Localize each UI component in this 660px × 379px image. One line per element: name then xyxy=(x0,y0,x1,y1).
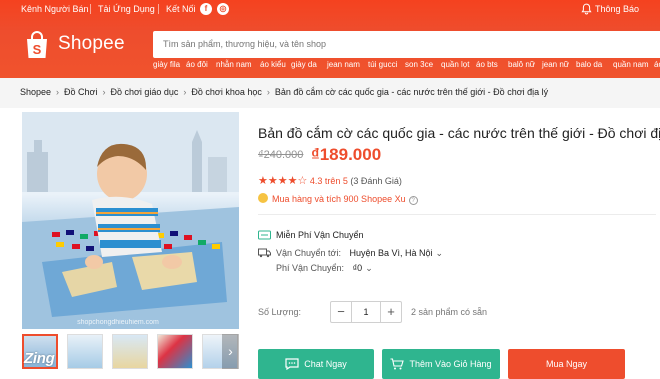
product-photo: shopchongdhieuhiem.com xyxy=(22,112,239,329)
buy-now-label: Mua Ngay xyxy=(545,359,588,369)
shopping-bag-icon: S xyxy=(27,31,47,58)
coin-icon xyxy=(258,193,268,203)
coins-text: Mua hàng và tích 900 Shopee Xu xyxy=(272,194,406,204)
breadcrumb-item[interactable]: Đồ chơi khoa học xyxy=(191,87,261,97)
help-icon[interactable]: ? xyxy=(408,196,418,205)
chat-now-label: Chat Ngay xyxy=(304,359,347,369)
chat-now-button[interactable]: Chat Ngay xyxy=(258,349,374,379)
shopee-coins-row: Mua hàng và tích 900 Shopee Xu? xyxy=(258,193,418,205)
chevron-down-icon[interactable]: ⌄ xyxy=(436,248,444,258)
free-shipping-text: Miễn Phí Vận Chuyển xyxy=(276,230,364,240)
rating-row[interactable]: ★★★★☆ 4.3 trên 5 (3 Đánh Giá) xyxy=(258,174,402,187)
shopee-logo[interactable]: S Shopee xyxy=(24,29,134,65)
increase-quantity-button[interactable]: + xyxy=(381,302,401,322)
search-suggestion[interactable]: jean nam xyxy=(327,60,360,69)
decrease-quantity-button[interactable]: − xyxy=(331,302,351,322)
divider xyxy=(258,214,656,215)
search-input[interactable]: Tìm sản phẩm, thương hiệu, và tên shop xyxy=(153,31,660,58)
add-to-cart-button[interactable]: Thêm Vào Giỏ Hàng xyxy=(382,349,500,379)
quantity-stepper: − 1 + xyxy=(330,301,402,323)
search-suggestion[interactable]: áo bts xyxy=(476,60,498,69)
breadcrumb-item[interactable]: Đồ Chơi xyxy=(64,87,97,97)
notifications-link[interactable]: Thông Báo xyxy=(595,4,639,14)
chevron-right-icon: › xyxy=(56,87,60,97)
shipping-to-label: Vận Chuyển tới: xyxy=(276,248,341,258)
rating-value: 4.3 trên 5 xyxy=(309,176,348,186)
free-shipping-icon xyxy=(258,230,271,240)
download-app-link[interactable]: Tải Ứng Dụng xyxy=(98,4,155,14)
chevron-right-icon: › xyxy=(183,87,187,97)
truck-icon xyxy=(258,248,271,258)
thumbnail[interactable] xyxy=(157,334,193,369)
thumbnail[interactable] xyxy=(67,334,103,369)
shipping-fee-value[interactable]: ₫0 xyxy=(353,263,363,273)
shipping-fee-row: Phí Vận Chuyển: ₫0 ⌄ xyxy=(276,263,373,274)
original-price: ₫240.000 xyxy=(258,149,304,161)
product-main-image[interactable]: shopchongdhieuhiem.com xyxy=(22,112,239,329)
search-suggestion[interactable]: son 3ce xyxy=(405,60,433,69)
facebook-icon[interactable]: f xyxy=(200,3,212,15)
search-suggestion[interactable]: nhẫn nam xyxy=(216,60,252,69)
topbar-divider xyxy=(90,4,91,14)
search-suggestion[interactable]: balo da xyxy=(576,60,602,69)
chevron-right-icon: › xyxy=(266,87,270,97)
search-suggestion[interactable]: jean nữ xyxy=(542,60,569,69)
image-watermark: shopchongdhieuhiem.com xyxy=(77,319,159,326)
search-suggestion[interactable]: balô nữ xyxy=(508,60,535,69)
quantity-input[interactable]: 1 xyxy=(351,302,381,322)
header: Kênh Người Bán Tải Ứng Dụng Kết Nối f ◎ … xyxy=(0,0,660,78)
add-to-cart-label: Thêm Vào Giỏ Hàng xyxy=(409,359,492,369)
breadcrumb: Shopee › Đồ Chơi › Đồ chơi giáo dục › Đồ chơi … xyxy=(20,87,548,97)
logo-text: Shopee xyxy=(58,33,125,54)
topbar-divider xyxy=(158,4,159,14)
breadcrumb-current: Bản đồ cắm cờ các quốc gia - các nước tr… xyxy=(274,87,549,97)
zing-watermark: Zing xyxy=(24,350,55,367)
shipping-destination-row: Vận Chuyển tới: Huyện Ba Vì, Hà Nội ⌄ xyxy=(258,248,443,259)
search-suggestion[interactable]: quần lọt xyxy=(441,60,469,69)
stock-available: 2 sản phẩm có sẵn xyxy=(411,307,488,317)
search-suggestion[interactable]: giày da xyxy=(291,60,317,69)
chevron-down-icon[interactable]: ⌄ xyxy=(365,263,373,273)
quantity-label: Số Lượng: xyxy=(258,307,301,317)
topbar: Kênh Người Bán Tải Ứng Dụng Kết Nối f ◎ … xyxy=(0,0,660,18)
search-suggestion[interactable]: áo xyxy=(654,60,660,69)
search-suggestion[interactable]: áo đôi xyxy=(186,60,208,69)
star-rating-icon: ★★★★☆ xyxy=(258,175,308,187)
free-shipping-row: Miễn Phí Vận Chuyển xyxy=(258,230,364,240)
sale-price: ₫189.000 xyxy=(311,145,382,164)
chevron-right-icon: › xyxy=(102,87,106,97)
seller-channel-link[interactable]: Kênh Người Bán xyxy=(21,4,88,14)
thumbnail[interactable] xyxy=(112,334,148,369)
breadcrumb-item[interactable]: Đồ chơi giáo dục xyxy=(110,87,178,97)
cart-icon xyxy=(390,358,405,370)
chat-icon xyxy=(285,358,299,370)
search-suggestion[interactable]: áo kiểu xyxy=(260,60,286,69)
connect-label: Kết Nối xyxy=(166,4,196,14)
thumbnail-strip: › xyxy=(22,334,239,371)
buy-now-button[interactable]: Mua Ngay xyxy=(508,349,625,379)
product-title: Bản đồ cắm cờ các quốc gia - các nước tr… xyxy=(258,125,660,141)
search-suggestion[interactable]: giày fila xyxy=(153,60,180,69)
bell-icon[interactable] xyxy=(581,3,592,15)
shipping-destination-select[interactable]: Huyện Ba Vì, Hà Nội xyxy=(349,248,432,258)
search-suggestion[interactable]: quần nam xyxy=(613,60,649,69)
svg-text:S: S xyxy=(33,42,42,57)
search-placeholder: Tìm sản phẩm, thương hiệu, và tên shop xyxy=(163,39,327,49)
search-suggestion[interactable]: túi gucci xyxy=(368,60,397,69)
instagram-icon[interactable]: ◎ xyxy=(217,3,229,15)
price-section: ₫240.000 ₫189.000 xyxy=(258,145,658,167)
shipping-fee-label: Phí Vận Chuyển: xyxy=(276,263,345,273)
chevron-right-icon[interactable]: › xyxy=(222,334,239,369)
breadcrumb-item[interactable]: Shopee xyxy=(20,87,51,97)
rating-count: (3 Đánh Giá) xyxy=(350,176,402,186)
